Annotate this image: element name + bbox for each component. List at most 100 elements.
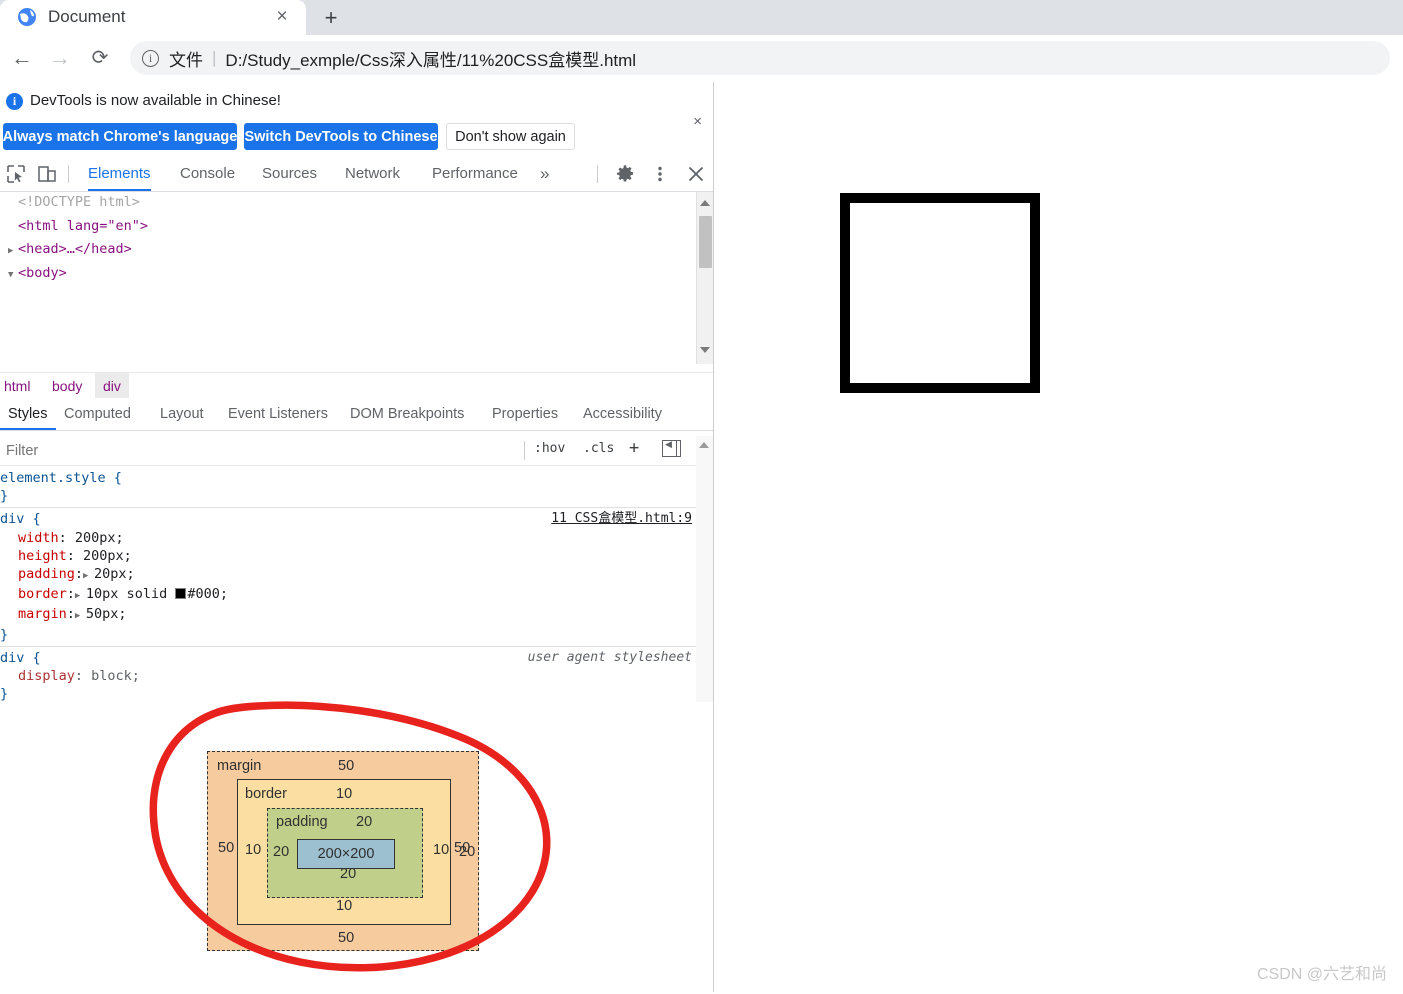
scroll-up-icon[interactable] xyxy=(700,200,710,206)
globe-icon xyxy=(18,8,36,26)
tab-computed[interactable]: Computed xyxy=(64,398,131,430)
tab-network[interactable]: Network xyxy=(345,156,400,191)
dom-node-body[interactable]: ▼ <body> xyxy=(0,263,696,287)
dom-node-doctype[interactable]: <!DOCTYPE html> xyxy=(0,192,696,216)
property-name: height xyxy=(18,547,67,564)
language-notification-banner: i DevTools is now available in Chinese! … xyxy=(0,82,713,156)
filter-input[interactable] xyxy=(4,439,518,462)
scrollbar-thumb[interactable] xyxy=(699,216,712,268)
tab-title: Document xyxy=(48,7,126,26)
new-style-rule-button[interactable]: + xyxy=(629,438,639,458)
toolbar-divider xyxy=(597,165,598,183)
margin-bottom-value[interactable]: 50 xyxy=(338,930,354,946)
page-info-icon[interactable]: i xyxy=(142,49,159,67)
expand-triangle-icon[interactable]: ▶ xyxy=(8,241,18,263)
more-tabs-icon[interactable]: » xyxy=(540,156,549,191)
dom-node-text: <!DOCTYPE html> xyxy=(18,194,140,210)
tab-layout[interactable]: Layout xyxy=(160,398,204,430)
breadcrumb-item-body[interactable]: body xyxy=(44,373,90,399)
padding-box[interactable]: padding 20 20 20 20 200×200 xyxy=(267,808,475,898)
css-rule-div-author[interactable]: 11 CSS盒模型.html:9 div { width: 200px; hei… xyxy=(0,507,696,645)
info-icon: i xyxy=(6,93,23,110)
padding-left-value[interactable]: 20 xyxy=(273,844,289,860)
dont-show-again-button[interactable]: Don't show again xyxy=(446,123,575,150)
rule-source-link[interactable]: 11 CSS盒模型.html:9 xyxy=(551,510,692,528)
tab-elements[interactable]: Elements xyxy=(88,156,151,191)
expand-triangle-icon[interactable]: ▶ xyxy=(75,607,86,625)
box-model-diagram[interactable]: margin 50 50 50 50 border 10 10 10 10 pa… xyxy=(207,751,479,951)
property-value: 200px; xyxy=(74,529,124,546)
always-match-language-button[interactable]: Always match Chrome's language xyxy=(3,123,237,150)
tab-performance[interactable]: Performance xyxy=(432,156,518,191)
content-box[interactable]: 200×200 xyxy=(297,839,395,869)
padding-right-value[interactable]: 20 xyxy=(459,844,475,860)
breadcrumb-item-html[interactable]: html xyxy=(0,373,38,399)
tab-properties[interactable]: Properties xyxy=(492,398,558,430)
address-bar[interactable]: i 文件 | D:/Study_exmple/Css深入属性/11%20CSS盒… xyxy=(130,41,1390,75)
css-declaration-padding[interactable]: padding:▶ 20px; xyxy=(0,565,696,585)
border-right-value[interactable]: 10 xyxy=(433,842,449,858)
selector-text: div { xyxy=(0,649,41,666)
colon: : xyxy=(58,529,75,546)
dom-tree-scrollbar[interactable] xyxy=(696,192,713,364)
filter-divider xyxy=(524,441,525,460)
inspect-element-icon[interactable] xyxy=(6,164,26,184)
rule-close: } xyxy=(0,487,696,505)
css-declaration-margin[interactable]: margin:▶ 50px; xyxy=(0,605,696,625)
margin-left-value[interactable]: 50 xyxy=(218,840,234,856)
reload-icon[interactable]: ⟳ xyxy=(85,43,115,73)
forward-icon[interactable]: → xyxy=(45,43,75,73)
color-swatch-icon[interactable] xyxy=(175,588,187,600)
sidebar-toggle-icon[interactable] xyxy=(662,439,681,457)
padding-top-value[interactable]: 20 xyxy=(356,814,372,830)
margin-top-value[interactable]: 50 xyxy=(338,758,354,774)
border-box[interactable]: border 10 10 10 10 padding 20 20 20 20 2… xyxy=(237,779,475,925)
tab-accessibility[interactable]: Accessibility xyxy=(583,398,662,430)
new-tab-icon[interactable]: + xyxy=(316,4,346,32)
border-left-value[interactable]: 10 xyxy=(245,842,261,858)
rule-close: } xyxy=(0,626,696,644)
scroll-up-icon[interactable] xyxy=(699,442,709,448)
css-rule-element-style[interactable]: element.style { } xyxy=(0,467,696,507)
breadcrumb-item-div[interactable]: div xyxy=(95,373,129,399)
cls-toggle-button[interactable]: .cls xyxy=(583,441,614,456)
dom-tree[interactable]: <!DOCTYPE html> <html lang="en"> ▶ <head>… xyxy=(0,192,696,364)
close-icon[interactable]: × xyxy=(693,113,702,130)
border-top-value[interactable]: 10 xyxy=(336,786,352,802)
close-icon[interactable]: × xyxy=(270,5,294,29)
expand-triangle-icon[interactable]: ▶ xyxy=(83,567,94,585)
property-name: display xyxy=(18,668,75,685)
css-declaration-height[interactable]: height: 200px; xyxy=(0,547,696,565)
css-declaration-display[interactable]: display: block; xyxy=(0,667,696,685)
colon: : xyxy=(66,586,75,603)
tab-event-listeners[interactable]: Event Listeners xyxy=(228,398,328,430)
close-icon[interactable] xyxy=(686,164,706,184)
css-declaration-width[interactable]: width: 200px; xyxy=(0,529,696,547)
back-icon[interactable]: ← xyxy=(7,43,37,73)
gear-icon[interactable] xyxy=(615,164,635,184)
border-bottom-value[interactable]: 10 xyxy=(336,898,352,914)
tab-dom-breakpoints[interactable]: DOM Breakpoints xyxy=(350,398,464,430)
css-declaration-border[interactable]: border:▶ 10px solid #000; xyxy=(0,585,696,605)
tab-console[interactable]: Console xyxy=(180,156,235,191)
expand-triangle-icon[interactable]: ▶ xyxy=(75,587,86,605)
browser-tab[interactable]: Document × xyxy=(0,0,306,35)
collapse-triangle-icon[interactable]: ▼ xyxy=(8,265,18,287)
breadcrumb: html body div xyxy=(0,372,713,399)
hov-toggle-button[interactable]: :hov xyxy=(534,441,565,456)
padding-label: padding xyxy=(276,814,328,830)
dom-node-head[interactable]: ▶ <head>…</head> xyxy=(0,239,696,263)
device-toolbar-icon[interactable] xyxy=(37,164,57,184)
tab-sources[interactable]: Sources xyxy=(262,156,317,191)
switch-to-chinese-button[interactable]: Switch DevTools to Chinese xyxy=(244,123,438,150)
kebab-menu-icon[interactable] xyxy=(652,164,668,184)
devtools-panel: i DevTools is now available in Chinese! … xyxy=(0,82,714,992)
styles-scrollbar[interactable] xyxy=(696,436,713,702)
scroll-down-icon[interactable] xyxy=(700,347,710,353)
property-value: 200px; xyxy=(83,547,132,564)
dom-node-html[interactable]: <html lang="en"> xyxy=(0,216,696,240)
colon: : xyxy=(74,566,84,583)
css-rule-div-useragent[interactable]: user agent stylesheet div { display: blo… xyxy=(0,645,696,703)
tab-styles[interactable]: Styles xyxy=(0,398,55,430)
